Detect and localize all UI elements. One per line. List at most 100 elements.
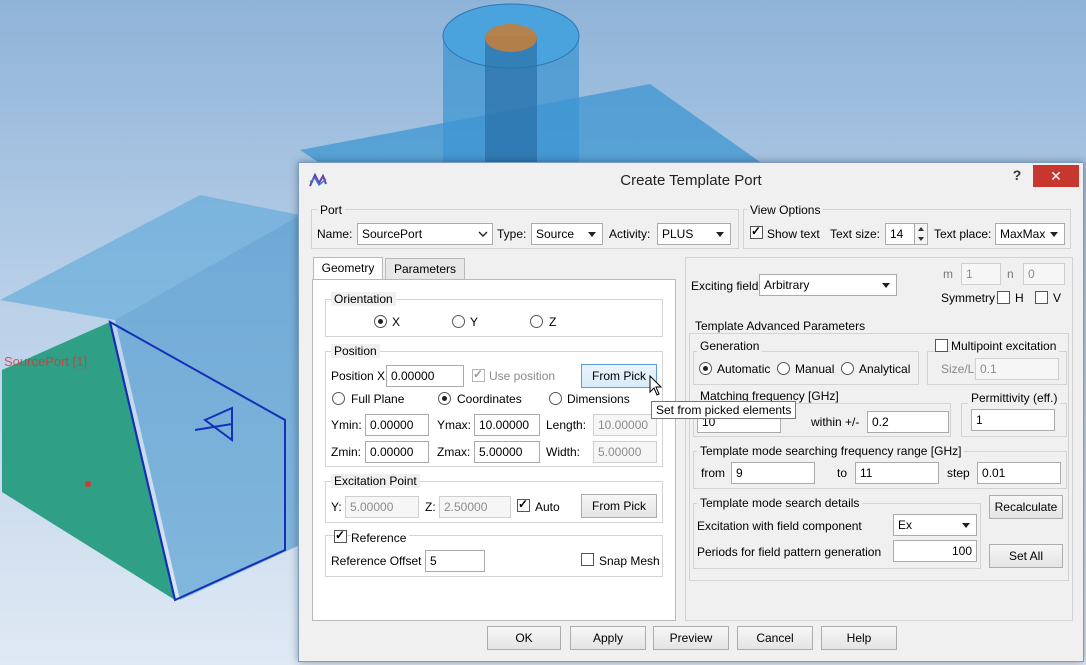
reference-offset-label: Reference Offset	[331, 554, 422, 568]
excitation-component-label: Excitation with field component	[697, 519, 862, 533]
symmetry-label: Symmetry	[941, 291, 995, 305]
zmin-label: Zmin:	[331, 445, 361, 459]
name-combo[interactable]: SourcePort	[357, 223, 493, 245]
reference-offset-input[interactable]: 5	[425, 550, 485, 572]
reference-checkbox[interactable]: ✓	[334, 528, 347, 543]
text-place-combo[interactable]: MaxMax	[995, 223, 1065, 245]
close-button[interactable]: ✕	[1033, 165, 1079, 187]
apply-button[interactable]: Apply	[570, 626, 646, 650]
cancel-button[interactable]: Cancel	[737, 626, 813, 650]
full-plane-label: Full Plane	[351, 392, 405, 406]
tab-geometry[interactable]: Geometry	[313, 257, 383, 280]
zmax-input[interactable]: 5.00000	[474, 441, 540, 463]
periods-input[interactable]: 100	[893, 540, 977, 562]
ok-button[interactable]: OK	[487, 626, 561, 650]
exciting-field-combo[interactable]: Arbitrary	[759, 274, 897, 296]
multipoint-checkbox[interactable]	[935, 339, 948, 352]
exc-y-input: 5.00000	[345, 496, 419, 518]
tab-parameters[interactable]: Parameters	[385, 258, 465, 280]
orientation-y-label: Y	[470, 315, 479, 329]
type-combo-value: Source	[536, 227, 575, 241]
auto-checkbox[interactable]: ✓	[517, 497, 530, 512]
checkmark-icon: ✓	[473, 367, 484, 381]
n-label: n	[1007, 267, 1014, 281]
checkmark-icon: ✓	[751, 224, 762, 238]
generation-automatic-radio[interactable]	[699, 362, 712, 375]
activity-combo[interactable]: PLUS	[657, 223, 731, 245]
advanced-params-title: Template Advanced Parameters	[692, 319, 869, 333]
permittivity-input[interactable]: 1	[971, 409, 1055, 431]
dropdown-arrow-icon	[962, 523, 970, 528]
excitation-component-combo[interactable]: Ex	[893, 514, 977, 536]
activity-label: Activity:	[609, 227, 651, 241]
to-input[interactable]: 11	[855, 462, 939, 484]
dropdown-arrow-icon	[716, 232, 724, 237]
dimensions-radio[interactable]	[549, 392, 562, 405]
exc-z-input: 2.50000	[439, 496, 511, 518]
orientation-y-radio[interactable]	[452, 315, 465, 328]
exciting-field-value: Arbitrary	[764, 278, 810, 292]
symmetry-h-label: H	[1015, 291, 1024, 305]
title-bar[interactable]: Create Template Port ? ✕	[299, 163, 1083, 197]
snap-mesh-checkbox[interactable]	[581, 553, 594, 566]
use-position-label: Use position	[489, 369, 556, 383]
radio-selected-dot	[442, 396, 447, 401]
within-input[interactable]: 0.2	[867, 411, 949, 433]
checkmark-icon: ✓	[518, 497, 529, 511]
to-label: to	[837, 466, 848, 480]
generation-title: Generation	[697, 339, 763, 353]
size-l-input: 0.1	[975, 358, 1059, 380]
text-size-spin-arrows[interactable]	[914, 223, 928, 245]
search-range-title: Template mode searching frequency range …	[697, 444, 965, 458]
generation-analytical-radio[interactable]	[841, 362, 854, 375]
full-plane-radio[interactable]	[332, 392, 345, 405]
view-options-title: View Options	[747, 203, 824, 217]
preview-button[interactable]: Preview	[653, 626, 729, 650]
ymax-input[interactable]: 10.00000	[474, 414, 540, 436]
length-input: 10.00000	[593, 414, 657, 436]
snap-mesh-label: Snap Mesh	[599, 554, 660, 568]
excitation-point-title: Excitation Point	[331, 474, 420, 488]
activity-combo-value: PLUS	[662, 227, 694, 241]
n-input: 0	[1023, 263, 1065, 285]
position-from-pick-button[interactable]: From Pick	[581, 364, 657, 388]
mouse-pointer-icon	[649, 375, 663, 396]
type-combo[interactable]: Source	[531, 223, 603, 245]
symmetry-h-checkbox[interactable]	[997, 291, 1010, 304]
permittivity-title: Permittivity (eff.)	[968, 391, 1061, 405]
position-x-input[interactable]: 0.00000	[386, 365, 464, 387]
auto-label: Auto	[535, 500, 560, 514]
reference-label: Reference	[351, 530, 410, 546]
from-label: from	[701, 466, 725, 480]
generation-manual-radio[interactable]	[777, 362, 790, 375]
coordinates-radio[interactable]	[438, 392, 451, 405]
position-x-label: Position X	[331, 369, 386, 383]
model-excitation-dot	[85, 481, 91, 487]
help-button[interactable]: Help	[821, 626, 897, 650]
help-question-button[interactable]: ?	[1005, 167, 1029, 189]
step-input[interactable]: 0.01	[977, 462, 1061, 484]
zmax-label: Zmax:	[437, 445, 471, 459]
orientation-x-label: X	[392, 315, 401, 329]
generation-automatic-label: Automatic	[717, 362, 771, 376]
symmetry-v-checkbox[interactable]	[1035, 291, 1048, 304]
exc-z-label: Z:	[425, 500, 436, 514]
multipoint-label: Multipoint excitation	[951, 338, 1060, 354]
orientation-x-radio[interactable]	[374, 315, 387, 328]
coordinates-label: Coordinates	[457, 392, 522, 406]
width-input: 5.00000	[593, 441, 657, 463]
size-l-label: Size/L	[941, 362, 975, 376]
port-label-3d: SourcePort [1]	[4, 354, 88, 369]
use-position-checkbox[interactable]: ✓	[472, 367, 485, 382]
length-label: Length:	[546, 418, 587, 432]
show-text-label: Show text	[767, 227, 820, 241]
orientation-z-radio[interactable]	[530, 315, 543, 328]
ymin-input[interactable]: 0.00000	[365, 414, 429, 436]
set-all-button[interactable]: Set All	[989, 544, 1063, 568]
show-text-checkbox[interactable]: ✓	[750, 224, 763, 239]
recalculate-button[interactable]: Recalculate	[989, 495, 1063, 519]
text-size-spinbox[interactable]: 14	[885, 223, 915, 245]
from-input[interactable]: 9	[731, 462, 815, 484]
excitation-from-pick-button[interactable]: From Pick	[581, 494, 657, 518]
zmin-input[interactable]: 0.00000	[365, 441, 429, 463]
